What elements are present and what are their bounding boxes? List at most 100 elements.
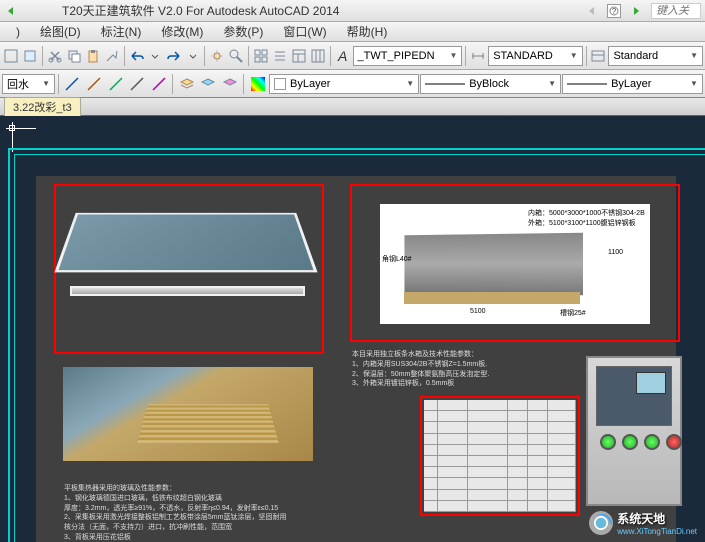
combo-value: ByLayer bbox=[611, 78, 651, 90]
grid-icon[interactable] bbox=[252, 45, 270, 67]
spec-text-block: 本目采用独立板条水箱及技术性能参数： 1、内箱采用SUS304/2B不锈钢Z=1… bbox=[352, 350, 489, 389]
pan-icon[interactable] bbox=[208, 45, 226, 67]
drawing-canvas[interactable]: 内箱：5000*3000*1000不锈钢304-2B 外箱：5100*3100*… bbox=[0, 116, 705, 542]
chevron-down-icon: ▼ bbox=[570, 51, 578, 60]
menu-draw[interactable]: 绘图(D) bbox=[30, 21, 91, 42]
combo-value: Standard bbox=[613, 50, 658, 62]
watermark-name: 系统天地 bbox=[617, 510, 697, 527]
chevron-down-icon: ▼ bbox=[690, 79, 698, 88]
match-icon[interactable] bbox=[103, 45, 121, 67]
copy-icon[interactable] bbox=[65, 45, 83, 67]
table-style-icon[interactable] bbox=[589, 45, 607, 67]
dim-icon[interactable] bbox=[469, 45, 487, 67]
spec-line: 1、内箱采用SUS304/2B不锈钢Z=1.5mm板. bbox=[352, 360, 489, 370]
color-swatch bbox=[274, 78, 286, 90]
search-input[interactable] bbox=[651, 3, 701, 19]
pipe-type-combo[interactable]: 回水 ▼ bbox=[2, 74, 55, 94]
solar-panel-image bbox=[70, 286, 305, 296]
line-icon[interactable] bbox=[105, 73, 126, 95]
solar-panel-image bbox=[54, 213, 317, 273]
paste-icon[interactable] bbox=[84, 45, 102, 67]
menu-modify[interactable]: 修改(M) bbox=[151, 21, 213, 42]
combo-value: STANDARD bbox=[493, 50, 553, 62]
spec-line: 3、背板采用压花铝板 bbox=[64, 533, 286, 542]
control-box-image bbox=[586, 356, 682, 506]
nav-back2-icon[interactable] bbox=[585, 4, 599, 18]
line-icon[interactable] bbox=[84, 73, 105, 95]
dropdown-icon[interactable] bbox=[147, 45, 164, 67]
dropdown-icon[interactable] bbox=[184, 45, 201, 67]
line-icon[interactable] bbox=[149, 73, 170, 95]
document-tab[interactable]: 3.22改彩_t3 bbox=[4, 97, 81, 117]
help-icon[interactable]: ? bbox=[607, 4, 621, 18]
table-style-combo[interactable]: Standard ▼ bbox=[608, 46, 703, 66]
water-tank-diagram: 内箱：5000*3000*1000不锈钢304-2B 外箱：5100*3100*… bbox=[380, 204, 650, 324]
spec-line: 2、采集板采用激光焊接整板铝制工艺板带涂层5mm蓝钛涂层，坚固耐用 bbox=[64, 513, 286, 523]
text-style-icon[interactable]: A bbox=[334, 45, 352, 67]
combo-value: _TWT_PIPEDN bbox=[358, 50, 435, 62]
watermark-url: www.XiTongTianDi.net bbox=[617, 527, 697, 536]
chevron-down-icon: ▼ bbox=[42, 79, 50, 88]
combo-value: ByLayer bbox=[290, 78, 330, 90]
color-combo[interactable]: ByLayer ▼ bbox=[269, 74, 419, 94]
undo-icon[interactable] bbox=[128, 45, 146, 67]
menu-help[interactable]: 帮助(H) bbox=[337, 21, 398, 42]
tank-dim: 5100 bbox=[470, 308, 486, 315]
tank-dim: 1100 bbox=[608, 249, 623, 256]
chevron-down-icon: ▼ bbox=[450, 51, 458, 60]
spec-text-block: 平板集热器采用的玻璃及性能参数： 1、钢化玻璃德国进口玻璃，低铁布纹超白钢化玻璃… bbox=[64, 484, 286, 542]
linetype-combo[interactable]: ByBlock ▼ bbox=[420, 74, 561, 94]
spec-line: 1、钢化玻璃德国进口玻璃，低铁布纹超白钢化玻璃 bbox=[64, 494, 286, 504]
table-icon[interactable] bbox=[309, 45, 327, 67]
spec-title: 本目采用独立板条水箱及技术性能参数： bbox=[352, 350, 489, 360]
combo-value: 回水 bbox=[7, 76, 29, 92]
menu-params[interactable]: 参数(P) bbox=[213, 21, 273, 42]
window-title: T20天正建筑软件 V2.0 For Autodesk AutoCAD 2014 bbox=[62, 2, 339, 19]
layer-mgr-icon[interactable] bbox=[176, 73, 197, 95]
title-bar: T20天正建筑软件 V2.0 For Autodesk AutoCAD 2014… bbox=[0, 0, 705, 22]
watermark: 系统天地 www.XiTongTianDi.net bbox=[589, 510, 697, 536]
cut-icon[interactable] bbox=[46, 45, 64, 67]
watermark-logo-icon bbox=[589, 511, 613, 535]
text-style-combo[interactable]: STANDARD ▼ bbox=[488, 46, 583, 66]
redo-icon[interactable] bbox=[165, 45, 183, 67]
tank-label: 外箱：5100*3100*1100腹铝锌钢板 bbox=[528, 218, 636, 228]
linetype-preview-icon bbox=[425, 79, 465, 89]
tank-label: 槽钢25# bbox=[560, 308, 586, 318]
svg-text:?: ? bbox=[612, 7, 617, 16]
combo-value: ByBlock bbox=[469, 78, 509, 90]
chevron-down-icon: ▼ bbox=[406, 79, 414, 88]
layer-icon[interactable] bbox=[198, 73, 219, 95]
nav-fwd-icon[interactable] bbox=[629, 4, 643, 18]
svg-text:A: A bbox=[337, 48, 347, 64]
menu-annotate[interactable]: 标注(N) bbox=[91, 21, 152, 42]
line-icon[interactable] bbox=[127, 73, 148, 95]
tool-icon[interactable] bbox=[2, 45, 20, 67]
lineweight-preview-icon bbox=[567, 79, 607, 89]
list-icon[interactable] bbox=[271, 45, 289, 67]
tank-label: 内箱：5000*3000*1000不锈钢304-2B bbox=[528, 208, 645, 218]
line-icon[interactable] bbox=[62, 73, 83, 95]
spec-line: 厚度：3.2mm，透光率≥91%，不透水，反射率η≤0.94，发射率ε≤0.15 bbox=[64, 504, 286, 514]
layer-icon[interactable] bbox=[220, 73, 241, 95]
chevron-down-icon: ▼ bbox=[690, 51, 698, 60]
menu-item[interactable]: ) bbox=[6, 23, 30, 41]
spec-title: 平板集热器采用的玻璃及性能参数： bbox=[64, 484, 286, 494]
props-icon[interactable] bbox=[290, 45, 308, 67]
menu-window[interactable]: 窗口(W) bbox=[273, 21, 336, 42]
toolbar-main: A _TWT_PIPEDN ▼ STANDARD ▼ Standard ▼ bbox=[0, 42, 705, 70]
roof-cutaway-image bbox=[60, 364, 316, 464]
menu-bar: ) 绘图(D) 标注(N) 修改(M) 参数(P) 窗口(W) 帮助(H) bbox=[0, 22, 705, 42]
zoom-icon[interactable] bbox=[227, 45, 245, 67]
spec-line: 2、保温层：50mm整体聚氨酯高压发泡定型. bbox=[352, 370, 489, 380]
toolbar-layers: 回水 ▼ ByLayer ▼ ByBlock ▼ ByLayer ▼ bbox=[0, 70, 705, 98]
dim-style-combo[interactable]: _TWT_PIPEDN ▼ bbox=[353, 46, 463, 66]
spec-table-image bbox=[424, 400, 576, 512]
spec-line: 核分法（无面，不支持力）进口，抗冲刷性能，范围宽 bbox=[64, 523, 286, 533]
lineweight-combo[interactable]: ByLayer ▼ bbox=[562, 74, 703, 94]
tank-label: 角钢L40# bbox=[382, 254, 412, 264]
color-icon[interactable] bbox=[247, 73, 268, 95]
nav-back-icon[interactable] bbox=[4, 4, 18, 18]
chevron-down-icon: ▼ bbox=[548, 79, 556, 88]
tool-icon[interactable] bbox=[21, 45, 39, 67]
